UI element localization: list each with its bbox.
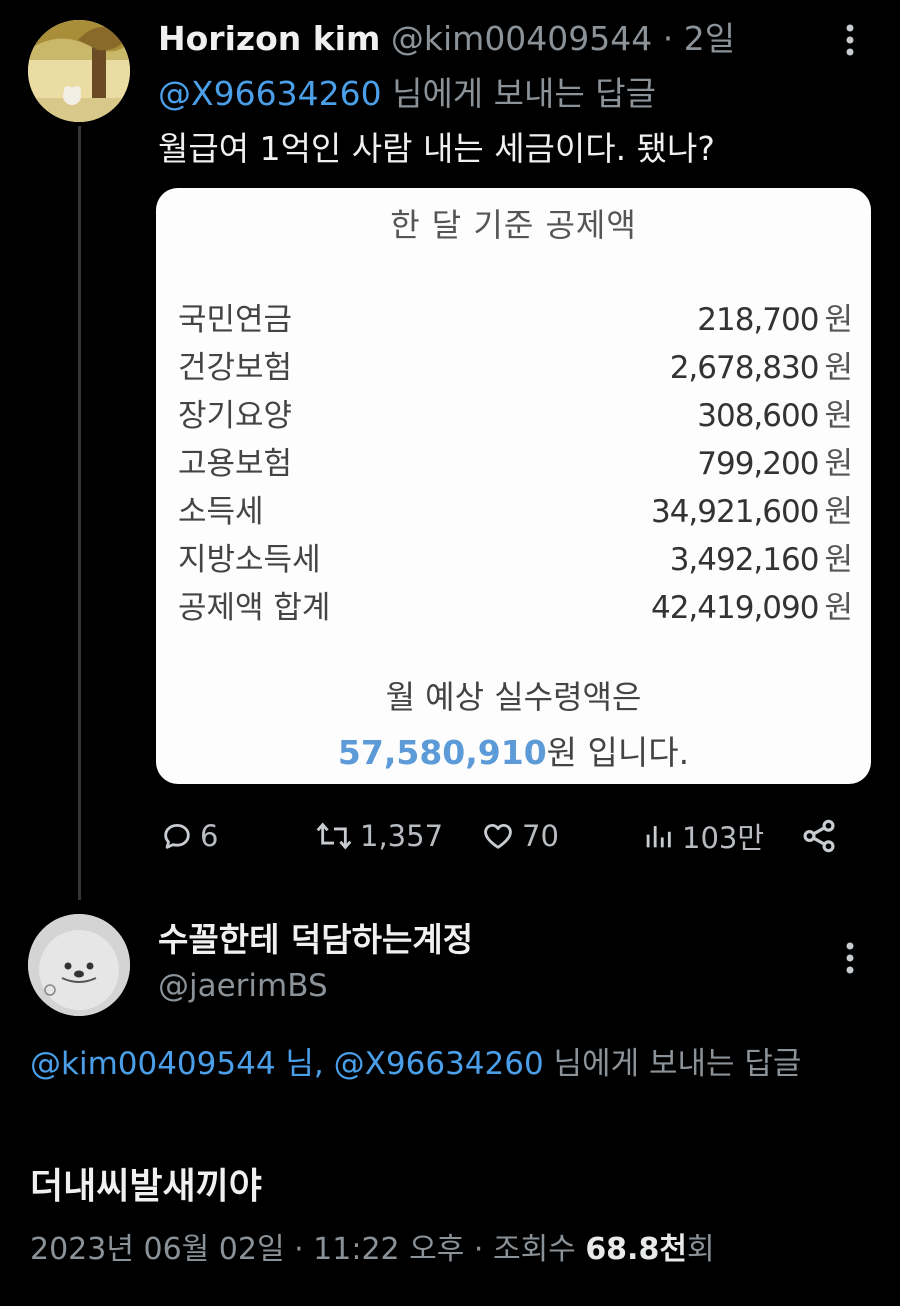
deduction-label: 소득세 bbox=[178, 494, 264, 530]
currency-unit: 원 bbox=[824, 446, 853, 482]
share-icon bbox=[800, 817, 838, 855]
tweet-actions: 6 1,357 70 103만 bbox=[158, 810, 858, 862]
mention-link[interactable]: @kim00409544 bbox=[30, 1046, 276, 1082]
retweet-button[interactable]: 1,357 bbox=[314, 810, 443, 862]
net-pay-amount: 57,580,910 bbox=[337, 733, 547, 772]
views-count: 103만 bbox=[682, 821, 765, 855]
like-button[interactable]: 70 bbox=[480, 810, 559, 862]
tweet-meta: 2023년 06월 02일 · 11:22 오후 · 조회수 68.8천회 bbox=[30, 1226, 715, 1274]
mention-link[interactable]: @X96634260 bbox=[158, 74, 382, 113]
net-pay-line: 57,580,910원 입니다. bbox=[156, 726, 871, 774]
currency-unit: 원 bbox=[824, 590, 853, 626]
like-icon bbox=[480, 819, 516, 853]
deduction-value: 3,492,160 bbox=[669, 542, 820, 578]
deduction-value: 308,600 bbox=[697, 398, 819, 434]
reply-context: @kim00409544 님, @X96634260 님에게 보내는 답글 bbox=[30, 1040, 870, 1088]
views-icon bbox=[640, 819, 676, 853]
deduction-value: 799,200 bbox=[697, 446, 819, 482]
avatar[interactable] bbox=[28, 20, 130, 122]
retweet-icon bbox=[314, 819, 354, 853]
reply-context-text: 님에게 보내는 답글 bbox=[392, 74, 656, 113]
mention-link[interactable]: @X96634260 bbox=[334, 1046, 544, 1082]
post-time[interactable]: 2일 bbox=[684, 19, 735, 58]
deduction-label: 공제액 합계 bbox=[178, 590, 331, 626]
like-count: 70 bbox=[522, 819, 559, 853]
reply-icon bbox=[160, 819, 194, 853]
card-title: 한 달 기준 공제액 bbox=[390, 206, 637, 244]
currency-unit: 원 bbox=[824, 350, 853, 386]
attached-image-card[interactable]: 한 달 기준 공제액 국민연금 218,700 원 건강보험 2,678,830 원… bbox=[156, 188, 871, 784]
tweet-text: 더내씨발새끼야 bbox=[30, 1166, 262, 1207]
reply-button[interactable]: 6 bbox=[160, 810, 218, 862]
net-pay-suffix: 원 입니다. bbox=[546, 733, 690, 772]
deduction-value: 218,700 bbox=[697, 302, 819, 338]
deduction-row: 지방소득세 3,492,160 원 bbox=[178, 536, 853, 584]
deduction-label: 국민연금 bbox=[178, 302, 293, 338]
post-date[interactable]: 2023년 06월 02일 · 11:22 오후 · 조회수 bbox=[30, 1232, 585, 1267]
deduction-row: 장기요양 308,600 원 bbox=[178, 392, 853, 440]
deduction-total-row: 공제액 합계 42,419,090 원 bbox=[178, 584, 853, 632]
deduction-value: 34,921,600 bbox=[650, 494, 819, 530]
user-handle[interactable]: @jaerimBS bbox=[158, 962, 328, 1010]
more-icon[interactable] bbox=[838, 938, 862, 982]
reply-context: @X96634260 님에게 보내는 답글 bbox=[158, 70, 656, 118]
retweet-count: 1,357 bbox=[360, 819, 444, 853]
thread-line bbox=[78, 126, 81, 900]
separator-dot: · bbox=[662, 19, 674, 58]
deduction-row: 소득세 34,921,600 원 bbox=[178, 488, 853, 536]
deduction-label: 지방소득세 bbox=[178, 542, 321, 578]
user-handle[interactable]: @kim00409544 bbox=[391, 19, 652, 58]
deduction-label: 건강보험 bbox=[178, 350, 293, 386]
tweet-header: Horizon kim @kim00409544 · 2일 bbox=[158, 14, 735, 64]
reply-context-separator: 님, bbox=[275, 1046, 334, 1082]
views-button[interactable]: 103만 bbox=[640, 810, 764, 862]
deduction-list: 국민연금 218,700 원 건강보험 2,678,830 원 장기요양 308,6… bbox=[178, 296, 853, 632]
reply-context-text: 님에게 보내는 답글 bbox=[543, 1046, 802, 1082]
views-count: 68.8천 bbox=[585, 1232, 687, 1267]
share-button[interactable] bbox=[800, 810, 838, 862]
deduction-row: 고용보험 799,200 원 bbox=[178, 440, 853, 488]
deduction-value: 2,678,830 bbox=[669, 350, 820, 386]
currency-unit: 원 bbox=[824, 398, 853, 434]
deduction-row: 건강보험 2,678,830 원 bbox=[178, 344, 853, 392]
reply-count: 6 bbox=[200, 819, 219, 853]
deduction-label: 장기요양 bbox=[178, 398, 293, 434]
display-name[interactable]: 수꼴한테 덕담하는계정 bbox=[158, 916, 473, 964]
more-icon[interactable] bbox=[838, 20, 862, 64]
net-pay-caption: 월 예상 실수령액은 bbox=[385, 678, 642, 716]
avatar[interactable] bbox=[28, 914, 130, 1016]
currency-unit: 원 bbox=[824, 542, 853, 578]
deduction-value: 42,419,090 bbox=[650, 590, 819, 626]
views-suffix: 회 bbox=[686, 1232, 715, 1267]
deduction-label: 고용보험 bbox=[178, 446, 293, 482]
tweet-text: 월급여 1억인 사람 내는 세금이다. 됐나? bbox=[158, 129, 715, 168]
currency-unit: 원 bbox=[824, 494, 853, 530]
currency-unit: 원 bbox=[824, 302, 853, 338]
display-name[interactable]: Horizon kim bbox=[158, 19, 380, 58]
deduction-row: 국민연금 218,700 원 bbox=[178, 296, 853, 344]
